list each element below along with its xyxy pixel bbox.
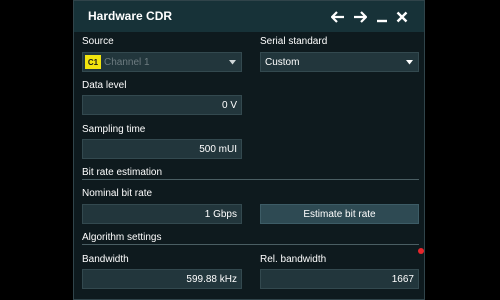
section-divider xyxy=(82,179,419,180)
sampling-time-label: Sampling time xyxy=(82,124,146,135)
section-divider xyxy=(82,244,419,245)
hardware-cdr-dialog: Hardware CDR Source C1 Channel 1 Serial … xyxy=(73,0,425,300)
rel-bandwidth-field[interactable]: 1667 xyxy=(260,269,419,289)
watermark-dot xyxy=(418,248,424,254)
source-label: Source xyxy=(82,36,114,47)
sampling-time-field[interactable]: 500 mUI xyxy=(82,139,242,159)
source-value: Channel 1 xyxy=(104,57,150,68)
nominal-bit-rate-value: 1 Gbps xyxy=(204,209,237,220)
bandwidth-field[interactable]: 599.88 kHz xyxy=(82,269,242,289)
nominal-bit-rate-field[interactable]: 1 Gbps xyxy=(82,204,242,224)
dialog-title: Hardware CDR xyxy=(88,9,173,23)
serial-standard-value: Custom xyxy=(265,57,300,68)
data-level-value: 0 V xyxy=(221,100,237,111)
data-level-field[interactable]: 0 V xyxy=(82,95,242,115)
rel-bandwidth-label: Rel. bandwidth xyxy=(260,254,327,265)
data-level-label: Data level xyxy=(82,80,127,91)
serial-standard-label: Serial standard xyxy=(260,36,328,47)
serial-standard-dropdown[interactable]: Custom xyxy=(260,52,419,72)
bit-rate-estimation-heading: Bit rate estimation xyxy=(82,167,163,178)
dialog-titlebar[interactable]: Hardware CDR xyxy=(74,1,424,32)
nominal-bit-rate-label: Nominal bit rate xyxy=(82,188,153,199)
arrow-left-icon[interactable] xyxy=(328,7,348,27)
channel-badge: C1 xyxy=(85,55,101,69)
bandwidth-label: Bandwidth xyxy=(82,254,129,265)
minimize-icon[interactable] xyxy=(372,7,392,27)
algorithm-settings-heading: Algorithm settings xyxy=(82,232,162,243)
estimate-bit-rate-button[interactable]: Estimate bit rate xyxy=(260,204,419,224)
arrow-right-icon[interactable] xyxy=(350,7,370,27)
close-icon[interactable] xyxy=(392,7,412,27)
sampling-time-value: 500 mUI xyxy=(199,144,237,155)
bandwidth-value: 599.88 kHz xyxy=(186,274,237,285)
source-dropdown[interactable]: C1 Channel 1 xyxy=(82,52,242,72)
chevron-down-icon xyxy=(406,60,413,65)
rel-bandwidth-value: 1667 xyxy=(391,274,414,285)
chevron-down-icon xyxy=(229,60,236,65)
